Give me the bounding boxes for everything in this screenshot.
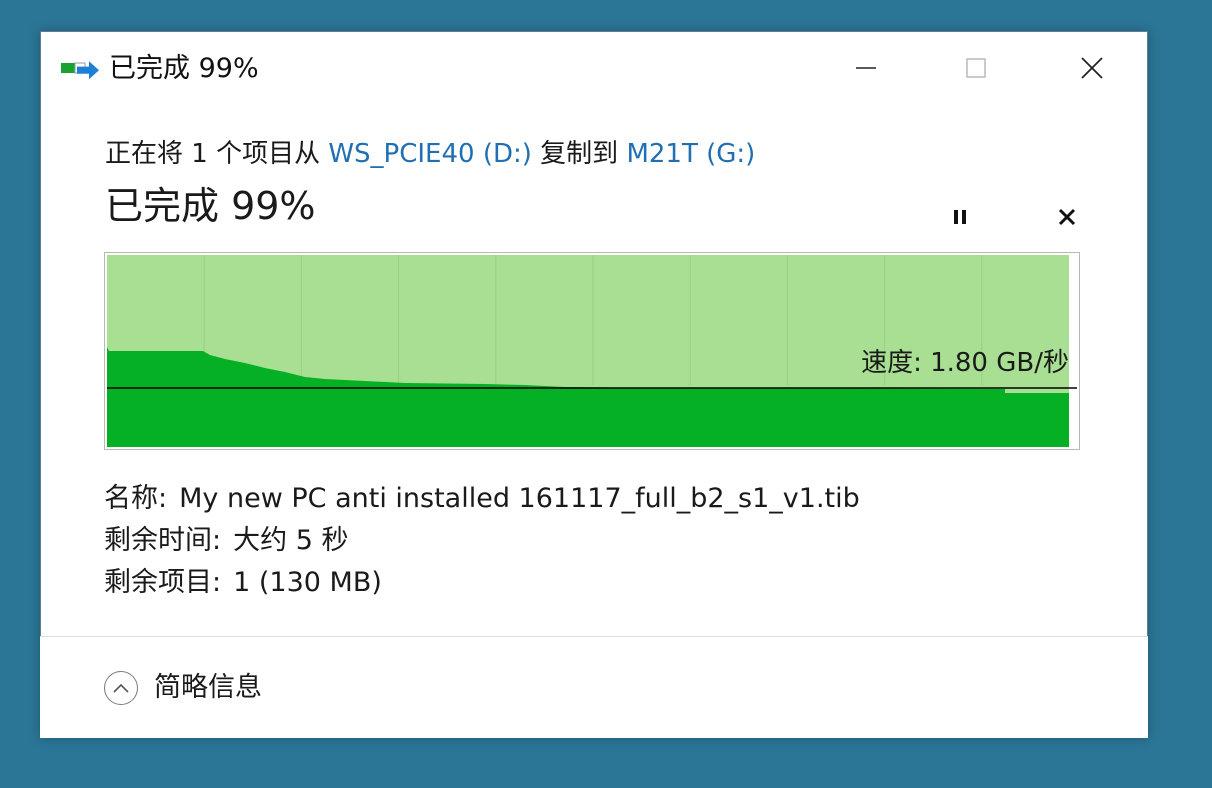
detail-time-remaining: 剩余时间: 大约 5 秒 xyxy=(104,520,860,562)
speed-area-tail xyxy=(1005,393,1069,447)
speed-label: 速度: 1.80 GB/秒 xyxy=(861,348,1069,378)
fewer-details-toggle[interactable]: 简略信息 xyxy=(104,671,262,705)
source-link[interactable]: WS_PCIE40 (D:) xyxy=(328,139,532,169)
footer: 简略信息 xyxy=(40,637,1148,738)
minimize-button[interactable] xyxy=(837,46,895,90)
copy-transfer-icon xyxy=(61,61,99,80)
name-value: My new PC anti installed 161117_full_b2_… xyxy=(179,483,860,514)
name-label: 名称: xyxy=(104,483,168,514)
detail-name: 名称: My new PC anti installed 161117_full_… xyxy=(104,478,860,520)
progress-percent: 已完成 99% xyxy=(105,184,316,228)
title-bar[interactable]: 已完成 99% xyxy=(41,32,1147,104)
maximize-icon xyxy=(966,58,986,78)
minimize-icon xyxy=(856,67,876,69)
description-prefix: 正在将 1 个项目从 xyxy=(105,139,329,169)
maximize-button[interactable] xyxy=(947,46,1005,90)
close-button[interactable] xyxy=(1063,46,1121,90)
chevron-up-icon xyxy=(104,671,138,705)
window-title: 已完成 99% xyxy=(109,53,259,84)
items-remaining-label: 剩余项目: xyxy=(104,567,222,598)
transfer-speed-graph: 速度: 1.80 GB/秒 xyxy=(104,252,1080,450)
fewer-details-label: 简略信息 xyxy=(154,672,262,703)
transfer-description: 正在将 1 个项目从 WS_PCIE40 (D:) 复制到 M21T (G:) xyxy=(105,136,755,172)
destination-link[interactable]: M21T (G:) xyxy=(626,139,755,169)
cancel-icon xyxy=(1058,208,1076,226)
time-remaining-value: 大约 5 秒 xyxy=(233,525,349,556)
pause-button[interactable] xyxy=(943,200,977,234)
detail-items-remaining: 剩余项目: 1 (130 MB) xyxy=(104,562,860,604)
close-icon xyxy=(1081,57,1103,79)
items-remaining-value: 1 (130 MB) xyxy=(233,567,382,598)
description-middle: 复制到 xyxy=(531,139,627,169)
time-remaining-label: 剩余时间: xyxy=(104,525,222,556)
transfer-details: 名称: My new PC anti installed 161117_full_… xyxy=(104,478,860,604)
pause-icon xyxy=(954,210,966,224)
cancel-button[interactable] xyxy=(1050,200,1084,234)
